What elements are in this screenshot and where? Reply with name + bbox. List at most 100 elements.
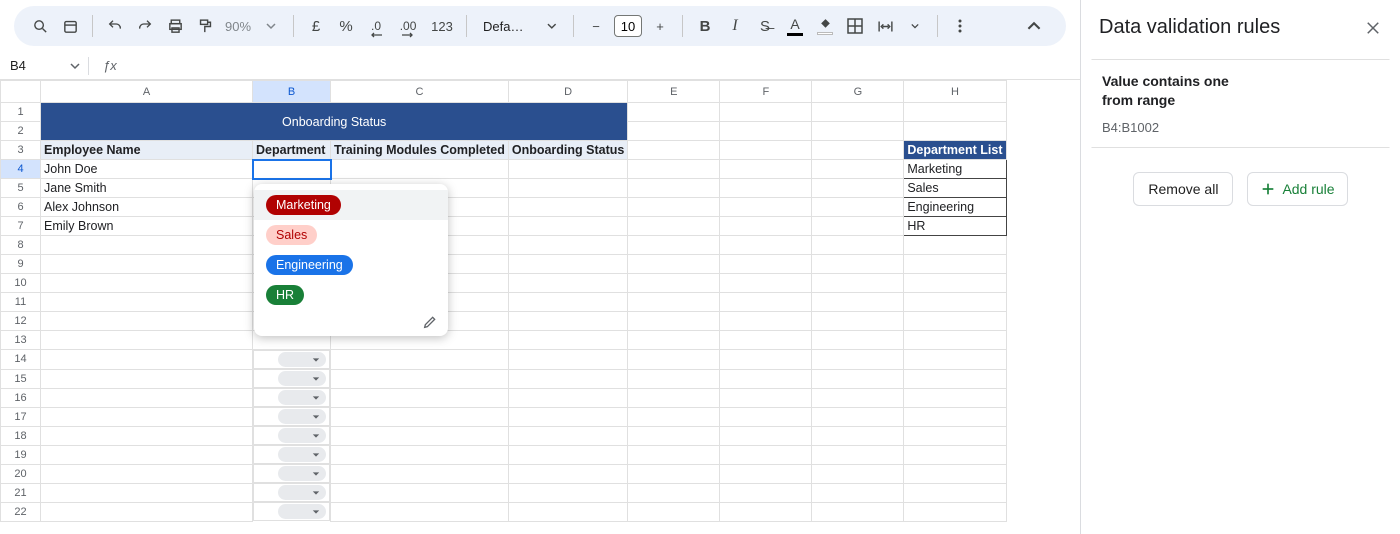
row-11[interactable]: 11: [1, 293, 41, 312]
font-size-input[interactable]: [614, 15, 642, 37]
chip-cell[interactable]: [253, 502, 330, 521]
row-10[interactable]: 10: [1, 274, 41, 293]
dropdown-option-hr[interactable]: HR: [254, 280, 448, 310]
text-color-icon[interactable]: A: [781, 12, 809, 40]
name-box[interactable]: B4: [10, 58, 80, 73]
chip-dropdown[interactable]: [278, 447, 326, 462]
remove-all-button[interactable]: Remove all: [1133, 172, 1233, 206]
chip-dropdown[interactable]: [278, 485, 326, 500]
col-E[interactable]: E: [628, 81, 720, 103]
emp-0[interactable]: John Doe: [41, 160, 253, 179]
bold-icon[interactable]: B: [691, 12, 719, 40]
row-9[interactable]: 9: [1, 255, 41, 274]
row-12[interactable]: 12: [1, 312, 41, 331]
row-8[interactable]: 8: [1, 236, 41, 255]
font-select[interactable]: Defaul...: [475, 19, 565, 34]
active-cell-B4[interactable]: [253, 160, 331, 179]
borders-icon[interactable]: [841, 12, 869, 40]
chip-cell[interactable]: [253, 483, 330, 502]
row-1[interactable]: 1: [1, 103, 41, 122]
edit-dropdown-icon[interactable]: [254, 310, 448, 332]
select-all-cell[interactable]: [1, 81, 41, 103]
col-F[interactable]: F: [720, 81, 812, 103]
emp-2[interactable]: Alex Johnson: [41, 198, 253, 217]
undo-icon[interactable]: [101, 12, 129, 40]
row-2[interactable]: 2: [1, 122, 41, 141]
deptlist-0[interactable]: Marketing: [904, 160, 1006, 179]
chip-dropdown[interactable]: [278, 409, 326, 424]
col-A[interactable]: A: [41, 81, 253, 103]
deptlist-3[interactable]: HR: [904, 217, 1006, 236]
deptlist-1[interactable]: Sales: [904, 179, 1006, 198]
chip-dropdown[interactable]: [278, 428, 326, 443]
strikethrough-icon[interactable]: S̶: [751, 12, 779, 40]
merge-cells-icon[interactable]: [871, 12, 899, 40]
dropdown-option-marketing[interactable]: Marketing: [254, 190, 448, 220]
add-rule-button[interactable]: Add rule: [1247, 172, 1347, 206]
col-C[interactable]: C: [331, 81, 509, 103]
font-size-decrease[interactable]: −: [582, 12, 610, 40]
col-H[interactable]: H: [904, 81, 1006, 103]
header-employee[interactable]: Employee Name: [41, 141, 253, 160]
increase-decimal[interactable]: .00: [392, 12, 424, 40]
row-18[interactable]: 18: [1, 426, 41, 445]
zoom-dropdown-icon[interactable]: [257, 12, 285, 40]
row-4[interactable]: 4: [1, 160, 41, 179]
chip-cell[interactable]: [253, 369, 330, 388]
validation-rule-card[interactable]: Value contains onefrom range B4:B1002: [1091, 59, 1390, 148]
search-icon[interactable]: [26, 12, 54, 40]
row-13[interactable]: 13: [1, 331, 41, 350]
dropdown-option-engineering[interactable]: Engineering: [254, 250, 448, 280]
calendar-icon[interactable]: [56, 12, 84, 40]
merge-dropdown-icon[interactable]: [901, 12, 929, 40]
chip-cell[interactable]: [253, 388, 330, 407]
row-16[interactable]: 16: [1, 388, 41, 407]
number-format[interactable]: 123: [426, 12, 458, 40]
chip-dropdown[interactable]: [278, 390, 326, 405]
font-size-increase[interactable]: +: [646, 12, 674, 40]
deptlist-header[interactable]: Department List: [904, 141, 1006, 160]
header-department[interactable]: Department: [253, 141, 331, 160]
more-icon[interactable]: [946, 12, 974, 40]
row-22[interactable]: 22: [1, 502, 41, 521]
title-cell[interactable]: Onboarding Status: [41, 103, 628, 141]
header-training[interactable]: Training Modules Completed: [331, 141, 509, 160]
col-D[interactable]: D: [508, 81, 628, 103]
percent-format[interactable]: %: [332, 12, 360, 40]
header-status[interactable]: Onboarding Status: [508, 141, 628, 160]
decrease-decimal[interactable]: .0: [362, 12, 390, 40]
currency-format[interactable]: £: [302, 12, 330, 40]
close-icon[interactable]: [1364, 19, 1382, 37]
print-icon[interactable]: [161, 12, 189, 40]
row-15[interactable]: 15: [1, 369, 41, 388]
fill-color-icon[interactable]: [811, 12, 839, 40]
col-B[interactable]: B: [253, 81, 331, 103]
chip-dropdown[interactable]: [278, 466, 326, 481]
row-6[interactable]: 6: [1, 198, 41, 217]
chip-dropdown[interactable]: [278, 371, 326, 386]
chip-cell[interactable]: [253, 407, 330, 426]
row-7[interactable]: 7: [1, 217, 41, 236]
chip-cell[interactable]: [253, 426, 330, 445]
chip-cell[interactable]: [253, 445, 330, 464]
spreadsheet-grid[interactable]: A B C D E F G H 1 Onboarding Status 2 3 …: [0, 80, 1007, 522]
emp-3[interactable]: Emily Brown: [41, 217, 253, 236]
row-21[interactable]: 21: [1, 483, 41, 502]
chip-dropdown[interactable]: [278, 352, 326, 367]
chip-dropdown[interactable]: [278, 504, 326, 519]
redo-icon[interactable]: [131, 12, 159, 40]
row-5[interactable]: 5: [1, 179, 41, 198]
row-19[interactable]: 19: [1, 445, 41, 464]
paint-format-icon[interactable]: [191, 12, 219, 40]
chip-cell[interactable]: [253, 350, 330, 369]
dropdown-option-sales[interactable]: Sales: [254, 220, 448, 250]
collapse-toolbar-icon[interactable]: [1020, 12, 1048, 40]
zoom-level[interactable]: 90%: [221, 19, 255, 34]
emp-1[interactable]: Jane Smith: [41, 179, 253, 198]
italic-icon[interactable]: I: [721, 12, 749, 40]
chip-cell[interactable]: [253, 464, 330, 483]
row-20[interactable]: 20: [1, 464, 41, 483]
row-3[interactable]: 3: [1, 141, 41, 160]
row-17[interactable]: 17: [1, 407, 41, 426]
deptlist-2[interactable]: Engineering: [904, 198, 1006, 217]
